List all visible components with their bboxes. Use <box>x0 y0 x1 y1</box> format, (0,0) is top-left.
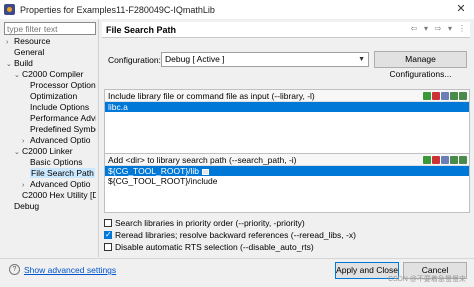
page-header: File Search Path ⇦ ▾ ⇨ ▾ ⋮ <box>102 22 470 38</box>
move-down-icon[interactable] <box>459 156 467 164</box>
edit-icon[interactable] <box>441 92 449 100</box>
tree-item-compiler-advanced-options[interactable]: › Advanced Optio <box>22 135 90 146</box>
reread-libraries-checkbox[interactable]: Reread libraries; resolve backward refer… <box>104 229 356 240</box>
panel-divider[interactable] <box>98 19 99 257</box>
forward-menu-icon[interactable]: ▾ <box>445 24 455 34</box>
search-path-list: Add <dir> to library search path (--sear… <box>104 153 470 213</box>
tree-item-linker-advanced-options[interactable]: › Advanced Optio <box>22 179 90 190</box>
tree-item-general[interactable]: General <box>14 47 44 58</box>
watermark: CSDN @不要着急慢慢来 <box>388 276 466 283</box>
page-nav: ⇦ ▾ ⇨ ▾ ⋮ <box>409 24 467 34</box>
move-up-icon[interactable] <box>450 92 458 100</box>
edit-icon[interactable] <box>441 156 449 164</box>
help-icon[interactable]: ? <box>9 264 20 275</box>
search-path-list-title: Add <dir> to library search path (--sear… <box>108 155 297 165</box>
tree-item-optimization[interactable]: Optimization <box>30 91 77 102</box>
title-bar: Properties for Examples11-F280049C-IQmat… <box>0 0 474 19</box>
tree-item-c2000-linker[interactable]: ⌄ C2000 Linker <box>14 146 73 157</box>
configuration-label: Configuration: <box>108 55 161 65</box>
filter-input[interactable] <box>4 22 96 35</box>
search-path-list-toolbar <box>423 156 467 164</box>
list-item[interactable]: ${CG_TOOL_ROOT}/lib <box>105 166 469 176</box>
tree-item-c2000-compiler[interactable]: ⌄ C2000 Compiler <box>14 69 83 80</box>
back-icon[interactable]: ⇦ <box>409 24 419 34</box>
chevron-down-icon[interactable]: ⌄ <box>14 147 22 158</box>
search-path-list-header: Add <dir> to library search path (--sear… <box>105 154 469 166</box>
delete-icon[interactable] <box>432 156 440 164</box>
more-icon[interactable]: ⋮ <box>457 24 467 34</box>
close-icon[interactable]: ✕ <box>454 2 468 16</box>
chevron-down-icon[interactable]: ⌄ <box>6 59 14 70</box>
forward-icon[interactable]: ⇨ <box>433 24 443 34</box>
tree-item-file-search-path[interactable]: File Search Path <box>30 168 95 179</box>
checkbox-unchecked[interactable] <box>104 218 112 227</box>
checkbox-unchecked[interactable] <box>104 242 112 251</box>
tree-item-predefined-symbols[interactable]: Predefined Symbo <box>30 124 96 135</box>
tree-item-debug[interactable]: Debug <box>14 201 39 212</box>
add-icon[interactable] <box>423 156 431 164</box>
move-up-icon[interactable] <box>450 156 458 164</box>
list-item[interactable]: ${CG_TOOL_ROOT}/include <box>105 176 469 186</box>
manage-configurations-button[interactable]: Manage Configurations... <box>374 51 467 79</box>
library-list: Include library file or command file as … <box>104 89 470 155</box>
disable-auto-rts-checkbox[interactable]: Disable automatic RTS selection (--disab… <box>104 241 314 252</box>
app-icon <box>4 4 15 15</box>
footer-divider <box>0 258 474 259</box>
chevron-right-icon[interactable]: › <box>6 37 14 48</box>
checkbox-checked[interactable] <box>104 230 112 239</box>
tree-item-resource[interactable]: › Resource <box>6 36 50 47</box>
tree-item-performance-advisor[interactable]: Performance Advi <box>30 113 96 124</box>
show-advanced-settings-link[interactable]: Show advanced settings <box>24 265 116 275</box>
tree-item-hex-utility[interactable]: C2000 Hex Utility [D <box>22 190 96 201</box>
add-icon[interactable] <box>423 92 431 100</box>
library-list-toolbar <box>423 92 467 100</box>
folder-icon <box>202 168 210 175</box>
library-list-title: Include library file or command file as … <box>108 91 315 101</box>
property-tree: › Resource General ⌄ Build ⌄ C2000 Compiler… <box>4 36 96 251</box>
configuration-value: Debug [ Active ] <box>165 54 225 64</box>
list-item[interactable]: libc.a <box>105 102 469 112</box>
delete-icon[interactable] <box>432 92 440 100</box>
chevron-down-icon: ▼ <box>358 56 365 63</box>
tree-item-processor-options[interactable]: Processor Options <box>30 80 96 91</box>
back-menu-icon[interactable]: ▾ <box>421 24 431 34</box>
chevron-down-icon[interactable]: ⌄ <box>14 70 22 81</box>
tree-item-include-options[interactable]: Include Options <box>30 102 89 113</box>
page-title: File Search Path <box>106 25 177 35</box>
configuration-select[interactable]: Debug [ Active ] ▼ <box>161 52 369 67</box>
priority-order-checkbox[interactable]: Search libraries in priority order (--pr… <box>104 217 305 228</box>
window-title: Properties for Examples11-F280049C-IQmat… <box>20 4 215 15</box>
tree-item-build[interactable]: ⌄ Build <box>6 58 33 69</box>
tree-item-basic-options[interactable]: Basic Options <box>30 157 82 168</box>
library-list-header: Include library file or command file as … <box>105 90 469 102</box>
move-down-icon[interactable] <box>459 92 467 100</box>
